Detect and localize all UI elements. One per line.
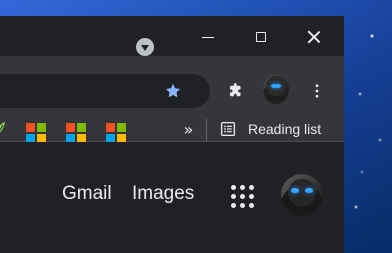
maximize-icon	[256, 32, 266, 42]
browser-window: » Reading list	[0, 16, 344, 253]
profile-button[interactable]	[263, 74, 289, 104]
apps-dot-2	[239, 184, 245, 190]
tab-search-button[interactable]	[136, 38, 154, 56]
apps-dot-4	[230, 193, 236, 199]
apps-dot-5	[239, 193, 245, 199]
apps-dot-8	[239, 202, 245, 208]
star-icon	[165, 83, 181, 98]
vertical-ellipsis-icon	[315, 84, 319, 98]
microsoft-logo-green-square	[117, 123, 126, 132]
window-controls	[172, 25, 344, 49]
maximize-button[interactable]	[239, 25, 283, 49]
google-apps-button[interactable]	[228, 182, 256, 210]
avatar	[263, 74, 289, 104]
minimize-icon	[202, 36, 214, 38]
close-icon	[307, 30, 321, 44]
microsoft-logo-red-square	[66, 123, 75, 132]
apps-dot-7	[230, 202, 236, 208]
bookmarks-divider	[206, 119, 207, 141]
chevron-down-icon	[141, 45, 149, 51]
microsoft-bookmark-1[interactable]	[26, 123, 46, 143]
more-bookmarks-button[interactable]: »	[180, 121, 196, 139]
puzzle-piece-icon	[230, 83, 241, 97]
microsoft-logo-red-square	[26, 123, 35, 132]
minimize-button[interactable]	[186, 25, 230, 49]
reading-list-button[interactable]: Reading list	[218, 115, 332, 143]
microsoft-logo-green-square	[77, 123, 86, 132]
gmail-link[interactable]: Gmail	[62, 183, 112, 205]
chrome-menu-button[interactable]	[304, 78, 330, 104]
microsoft-bookmark-2[interactable]	[66, 123, 86, 143]
list-icon	[220, 121, 236, 137]
close-button[interactable]	[292, 25, 336, 49]
address-bar[interactable]	[0, 74, 210, 108]
apps-dot-9	[248, 202, 254, 208]
apps-dot-3	[248, 184, 254, 190]
google-account-avatar[interactable]	[281, 174, 323, 216]
browser-toolbar	[0, 56, 344, 110]
microsoft-logo-red-square	[106, 123, 115, 132]
apps-dot-6	[248, 193, 254, 199]
title-bar	[0, 16, 344, 56]
apps-dot-1	[230, 184, 236, 190]
extensions-button[interactable]	[223, 78, 249, 104]
reading-list-icon	[218, 119, 238, 139]
bookmarks-bar: » Reading list	[0, 110, 344, 143]
reading-list-label: Reading list	[248, 121, 322, 137]
microsoft-logo-green-square	[37, 123, 46, 132]
leaf-icon-shape	[0, 122, 5, 133]
microsoft-bookmark-3[interactable]	[106, 123, 126, 143]
leaf-icon[interactable]	[0, 121, 6, 137]
bookmark-star-button[interactable]	[160, 78, 186, 104]
images-link[interactable]: Images	[132, 183, 194, 205]
